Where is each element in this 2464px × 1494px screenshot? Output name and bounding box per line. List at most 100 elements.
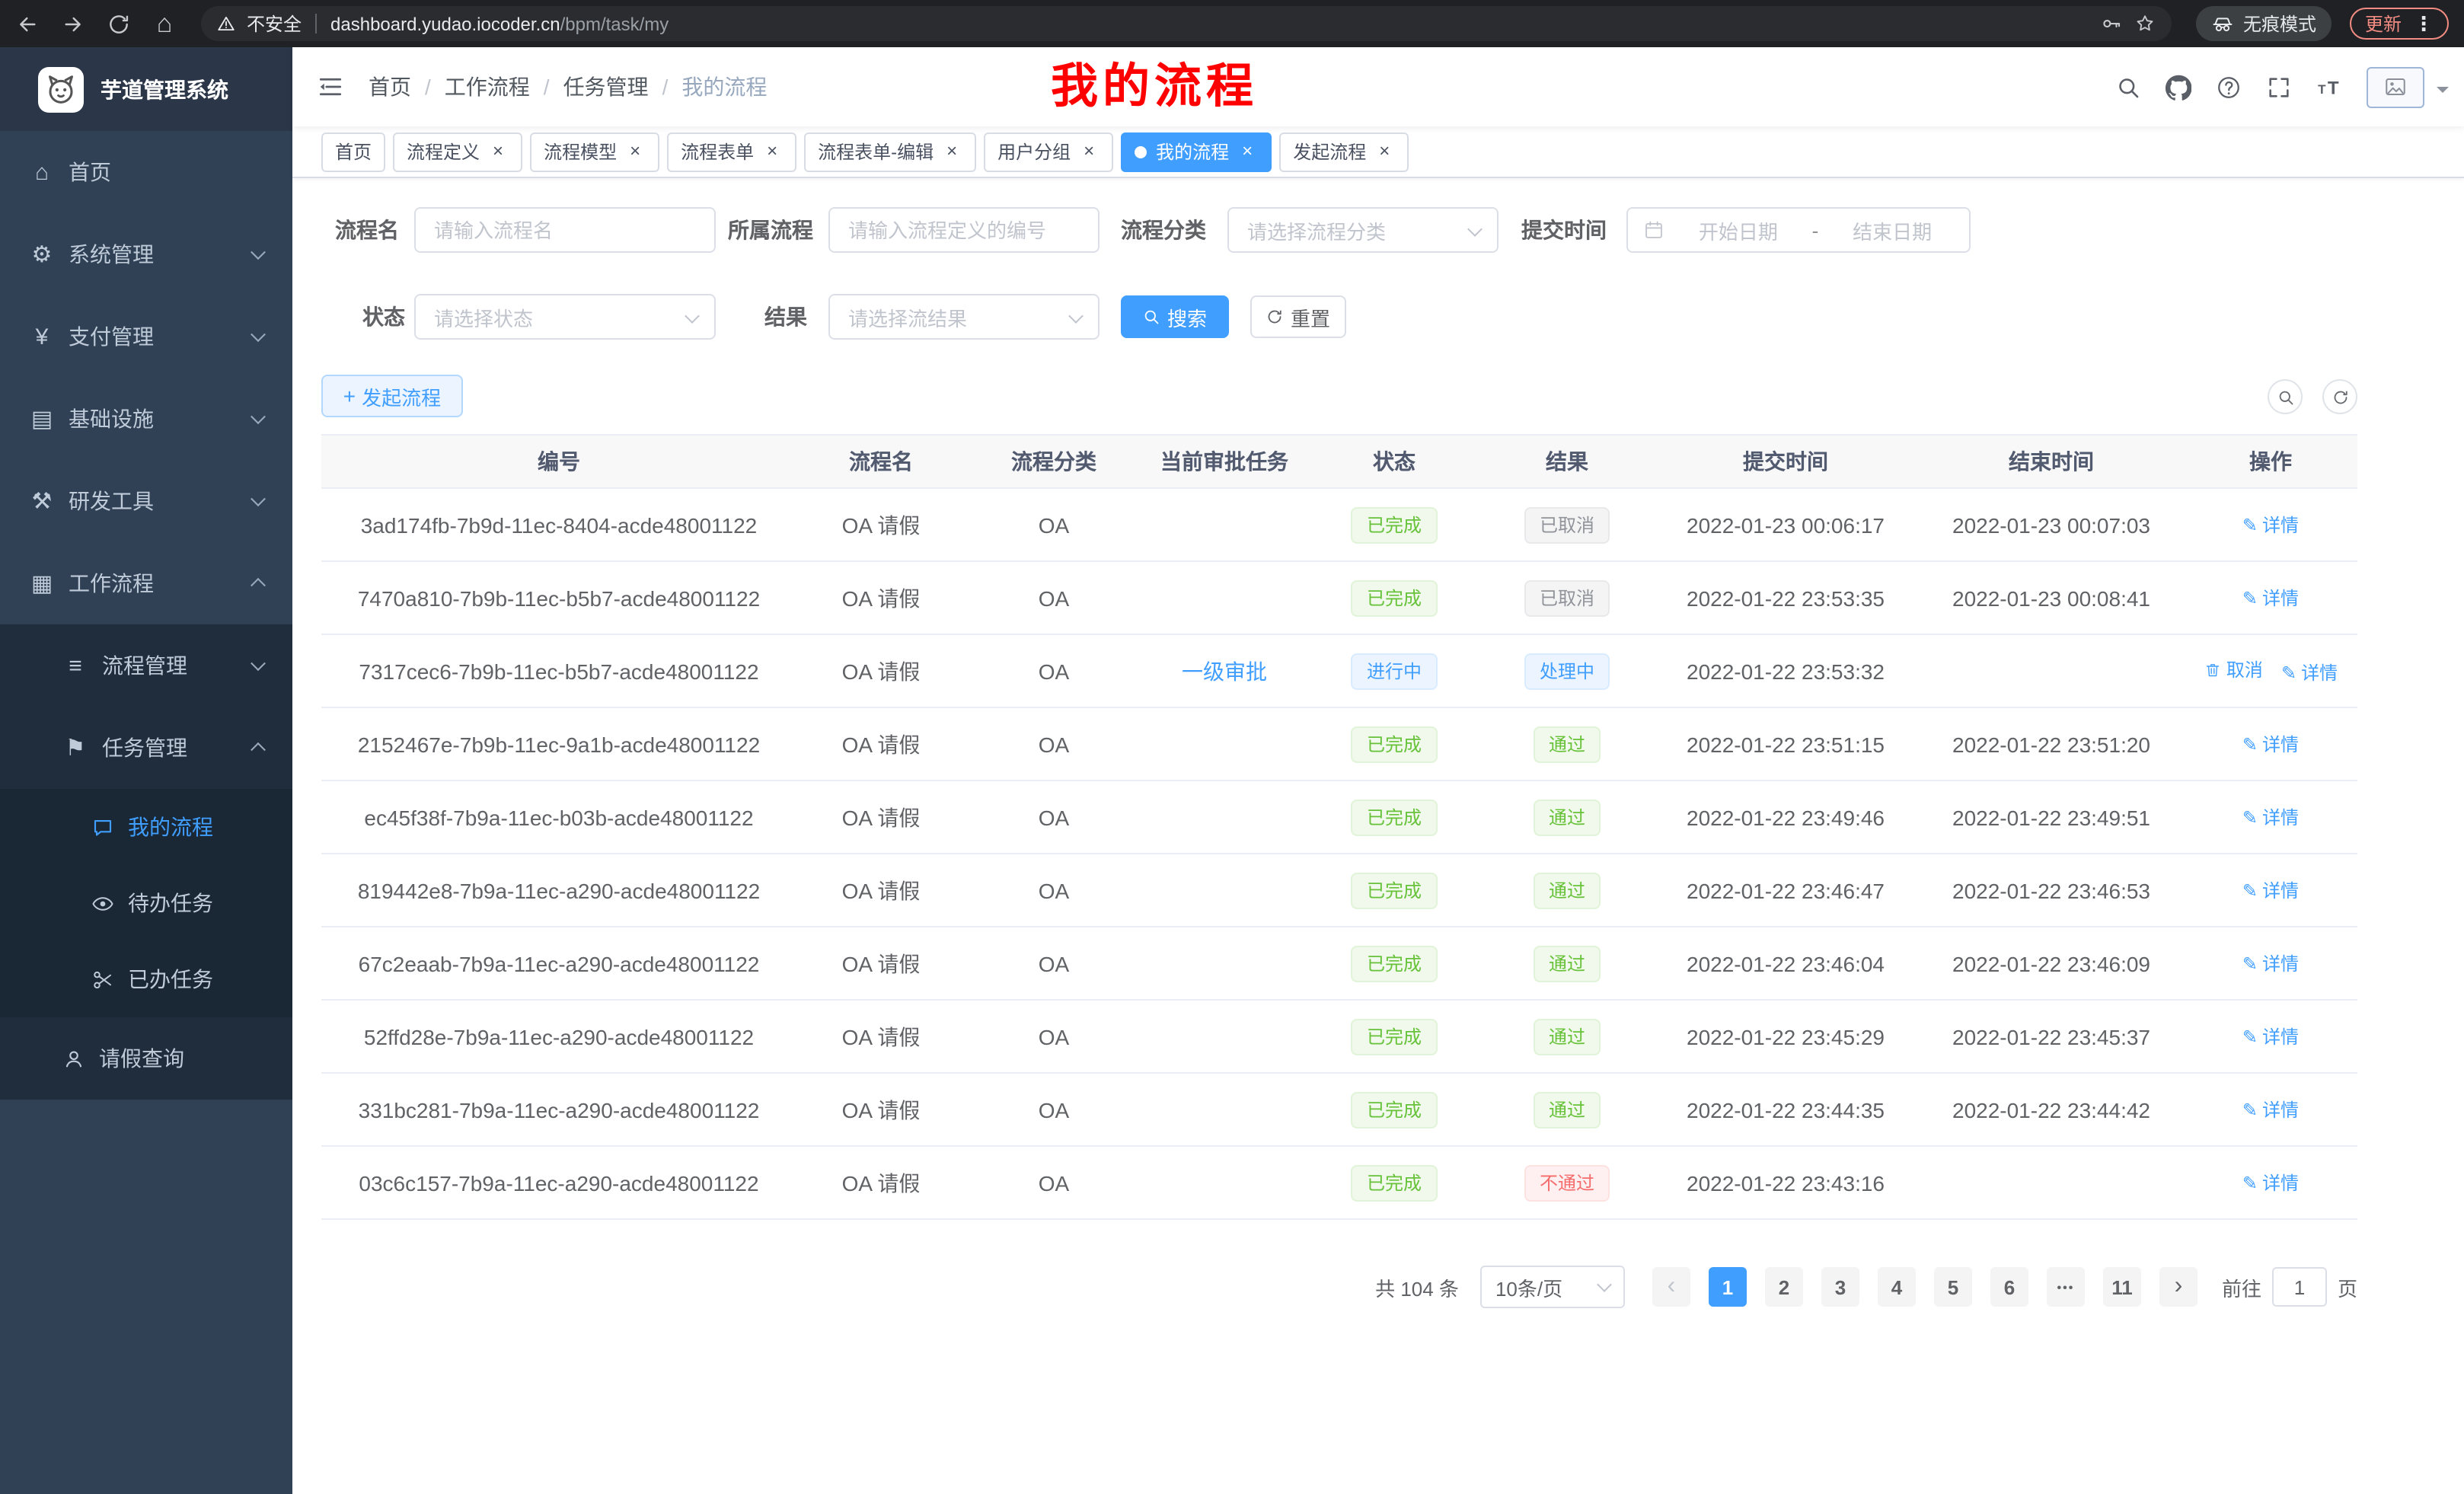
close-icon[interactable]: ×: [941, 141, 962, 162]
cell-submit-time: 2022-01-22 23:46:04: [1652, 951, 1919, 975]
page-button[interactable]: 6: [1990, 1267, 2028, 1307]
detail-button[interactable]: ✎详情: [2242, 586, 2299, 611]
tab-item[interactable]: 首页: [321, 132, 385, 171]
page-button[interactable]: 11: [2103, 1267, 2141, 1307]
sidebar-item[interactable]: 待办任务: [0, 865, 292, 941]
detail-button[interactable]: ✎详情: [2242, 1097, 2299, 1123]
tab-item[interactable]: 流程模型×: [530, 132, 659, 171]
result-tag: 处理中: [1524, 653, 1610, 689]
browser-home-button[interactable]: ⌂: [143, 2, 186, 45]
security-label: 不安全: [247, 11, 302, 37]
next-page-button[interactable]: ›: [2159, 1267, 2197, 1307]
sidebar-item[interactable]: ⚑任务管理: [0, 707, 292, 789]
sidebar-item[interactable]: ▤基础设施: [0, 378, 292, 460]
tab-item[interactable]: 流程定义×: [393, 132, 522, 171]
tab-item[interactable]: 用户分组×: [984, 132, 1113, 171]
user-icon: [62, 1047, 85, 1070]
search-button[interactable]: 搜索: [1121, 295, 1229, 338]
cell-category: OA: [965, 659, 1142, 683]
close-icon[interactable]: ×: [487, 141, 509, 162]
workflow-icon: ▦: [29, 570, 55, 597]
tab-active[interactable]: 我的流程×: [1121, 132, 1272, 171]
fullscreen-icon[interactable]: [2266, 74, 2292, 100]
table-row: 3ad174fb-7b9d-11ec-8404-acde48001122OA 请…: [321, 489, 2357, 562]
sidebar-item[interactable]: ⌂首页: [0, 131, 292, 213]
cell-submit-time: 2022-01-22 23:45:29: [1652, 1024, 1919, 1049]
page-button[interactable]: 1: [1709, 1267, 1747, 1307]
help-icon[interactable]: [2216, 74, 2242, 100]
process-def-input[interactable]: [828, 207, 1100, 253]
tab-item[interactable]: 流程表单×: [667, 132, 796, 171]
sidebar-item[interactable]: 请假查询: [0, 1017, 292, 1100]
sidebar-item[interactable]: ¥支付管理: [0, 295, 292, 378]
font-size-icon[interactable]: [2316, 74, 2342, 100]
browser-update-button[interactable]: 更新: [2350, 8, 2449, 40]
cell-id: 52ffd28e-7b9a-11ec-a290-acde48001122: [321, 1024, 796, 1049]
sidebar-item[interactable]: ≡流程管理: [0, 624, 292, 707]
detail-button[interactable]: ✎详情: [2242, 878, 2299, 904]
category-select[interactable]: 请选择流程分类: [1227, 207, 1499, 253]
page-button[interactable]: 2: [1765, 1267, 1803, 1307]
status-select[interactable]: 请选择状态: [414, 294, 716, 340]
result-tag: 通过: [1534, 872, 1601, 908]
app-logo[interactable]: 芋道管理系统: [0, 47, 292, 131]
sidebar-item[interactable]: 我的流程: [0, 789, 292, 865]
breadcrumb-item[interactable]: 任务管理: [563, 72, 649, 102]
sidebar-item[interactable]: ⚒研发工具: [0, 460, 292, 542]
page-button[interactable]: 3: [1821, 1267, 1859, 1307]
detail-button[interactable]: ✎详情: [2242, 951, 2299, 977]
page-button[interactable]: 5: [1934, 1267, 1972, 1307]
browser-reload-button[interactable]: [97, 2, 140, 45]
avatar[interactable]: [2367, 66, 2424, 107]
table-row: 2152467e-7b9b-11ec-9a1b-acde48001122OA 请…: [321, 708, 2357, 781]
status-tag: 进行中: [1352, 653, 1437, 689]
close-icon[interactable]: ×: [1078, 141, 1100, 162]
cell-category: OA: [965, 878, 1142, 902]
close-icon[interactable]: ×: [1374, 141, 1395, 162]
goto-page-input[interactable]: [2272, 1267, 2327, 1307]
sidebar-item[interactable]: 已办任务: [0, 941, 292, 1017]
cell-status: 进行中: [1307, 653, 1482, 689]
more-pages-button[interactable]: •••: [2047, 1267, 2085, 1307]
sidebar-item[interactable]: ⚙系统管理: [0, 213, 292, 295]
prev-page-button[interactable]: ‹: [1652, 1267, 1690, 1307]
header-search-icon[interactable]: [2115, 74, 2141, 100]
result-select[interactable]: 请选择流结果: [828, 294, 1100, 340]
cancel-button[interactable]: 取消: [2204, 656, 2263, 682]
detail-button[interactable]: ✎详情: [2242, 1024, 2299, 1050]
detail-button[interactable]: ✎详情: [2281, 659, 2338, 685]
browser-forward-button[interactable]: [52, 2, 94, 45]
create-process-button[interactable]: +发起流程: [321, 375, 463, 417]
close-icon[interactable]: ×: [761, 141, 783, 162]
breadcrumb-item[interactable]: 工作流程: [445, 72, 530, 102]
task-link[interactable]: 一级审批: [1182, 659, 1267, 683]
logo-image: [38, 66, 84, 112]
cell-category: OA: [965, 951, 1142, 975]
detail-button[interactable]: ✎详情: [2242, 805, 2299, 831]
security-warning-icon[interactable]: [216, 14, 236, 34]
pencil-icon: ✎: [2242, 1026, 2258, 1048]
tab-item[interactable]: 流程表单-编辑×: [804, 132, 976, 171]
sidebar-item[interactable]: ▦工作流程: [0, 542, 292, 624]
page-size-select[interactable]: 10条/页: [1480, 1266, 1625, 1308]
submit-time-range[interactable]: 开始日期 - 结束日期: [1626, 207, 1971, 253]
detail-button[interactable]: ✎详情: [2242, 732, 2299, 758]
bookmark-star-icon[interactable]: [2134, 12, 2156, 35]
page-button[interactable]: 4: [1878, 1267, 1916, 1307]
hamburger-icon[interactable]: [292, 47, 369, 126]
browser-back-button[interactable]: [6, 2, 49, 45]
close-icon[interactable]: ×: [624, 141, 646, 162]
detail-button[interactable]: ✎详情: [2242, 1170, 2299, 1196]
caret-down-icon[interactable]: [2437, 86, 2449, 98]
toggle-search-button[interactable]: [2268, 379, 2303, 414]
key-icon[interactable]: [2100, 12, 2123, 35]
process-name-input[interactable]: [414, 207, 716, 253]
close-icon[interactable]: ×: [1237, 141, 1258, 162]
address-bar[interactable]: 不安全 dashboard.yudao.iocoder.cn /bpm/task…: [201, 6, 2172, 41]
github-icon[interactable]: [2166, 74, 2191, 100]
breadcrumb-item[interactable]: 首页: [369, 72, 411, 102]
tab-item[interactable]: 发起流程×: [1279, 132, 1409, 171]
reset-button[interactable]: 重置: [1250, 295, 1346, 338]
refresh-table-button[interactable]: [2322, 379, 2357, 414]
detail-button[interactable]: ✎详情: [2242, 512, 2299, 538]
